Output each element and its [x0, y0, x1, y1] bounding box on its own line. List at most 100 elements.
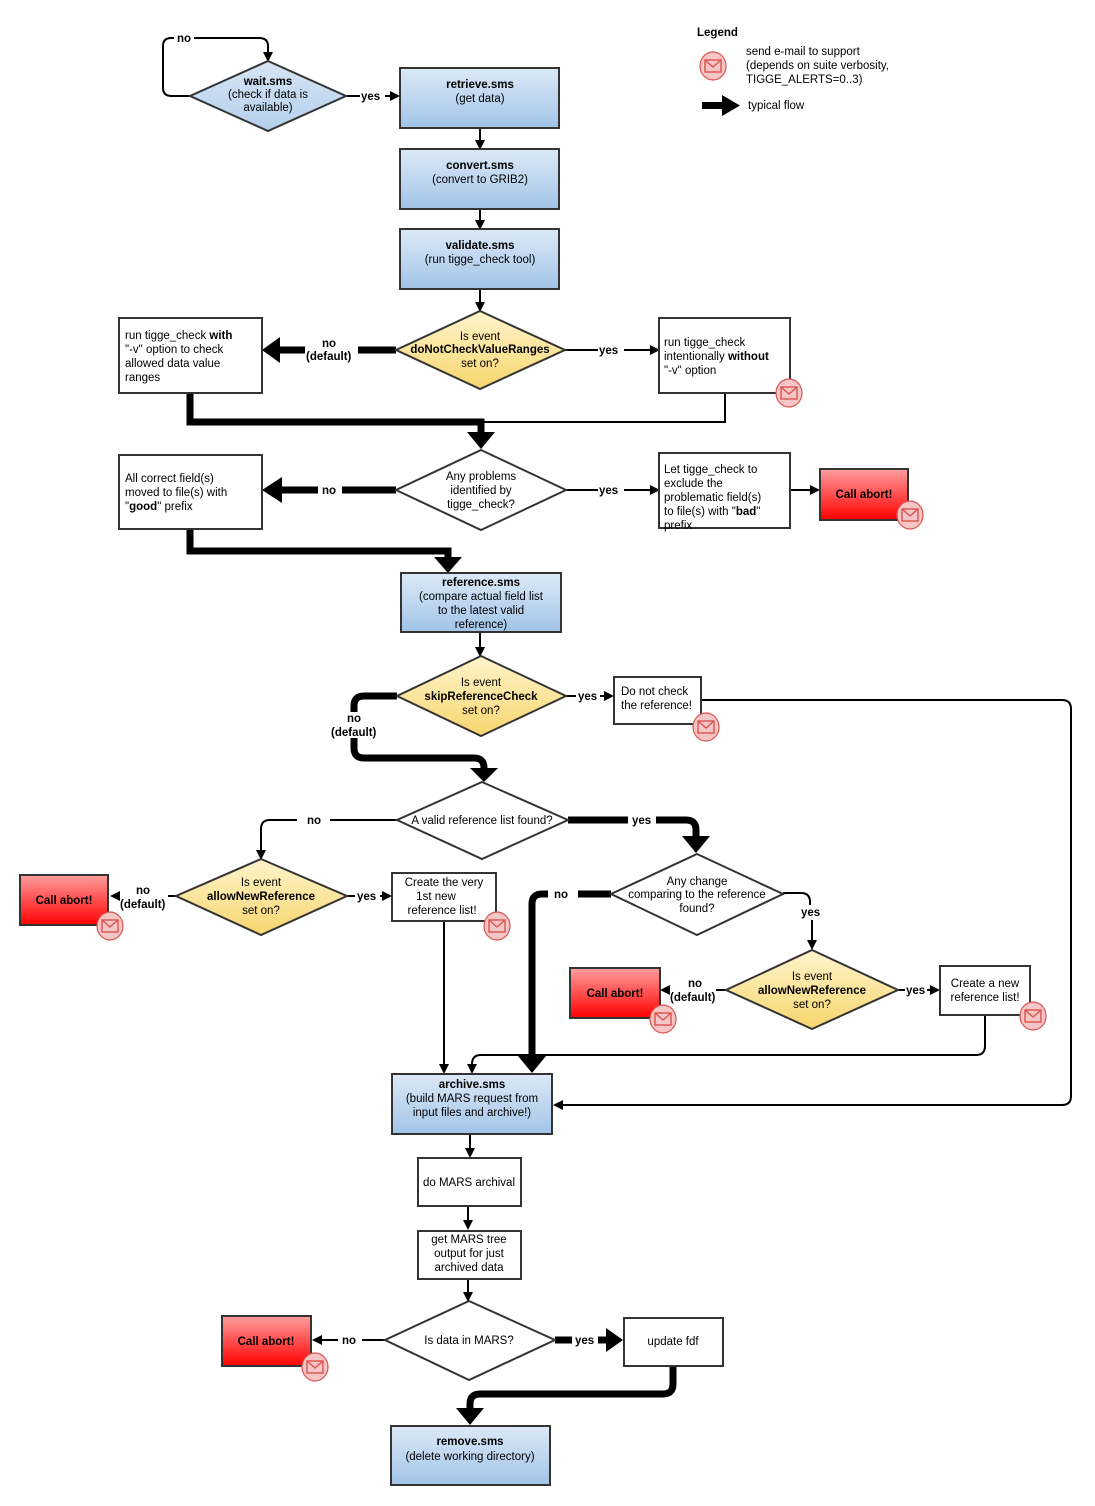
node-text: Is event	[792, 971, 833, 983]
label-yes: yes	[632, 815, 651, 827]
legend: Legend send e-mail to support (depends o…	[697, 27, 889, 116]
node-title: wait.sms	[243, 76, 293, 88]
node-text: archived data	[434, 1262, 504, 1274]
mail-icon	[699, 51, 727, 81]
node-text: (get data)	[455, 93, 504, 105]
label-default: (default)	[120, 899, 166, 911]
task-get-mars-tree[interactable]: get MARS tree output for just archived d…	[417, 1230, 522, 1280]
decision-allow-new-reference-update[interactable]: Is event allowNewReference set on?	[723, 948, 901, 1031]
node-text: prefix	[664, 520, 692, 532]
node-title: retrieve.sms	[446, 79, 514, 91]
label-yes: yes	[599, 345, 618, 357]
label-no: no	[322, 485, 336, 497]
label-default: (default)	[306, 351, 352, 363]
abort-not-in-mars[interactable]: Call abort!	[221, 1315, 329, 1382]
decision-do-not-check-value-ranges[interactable]: Is event doNotCheckValueRanges set on?	[393, 309, 568, 391]
abort-label: Call abort!	[36, 895, 93, 907]
legend-title: Legend	[697, 27, 738, 39]
node-text: do MARS archival	[423, 1177, 515, 1189]
node-text: Create the very	[405, 877, 484, 889]
legend-email-line-1: send e-mail to support	[746, 46, 861, 58]
decision-any-problems[interactable]: Any problems identified by tigge_check?	[393, 448, 569, 532]
node-text: A valid reference list found?	[411, 815, 552, 827]
node-text: to file(s) with "bad"	[664, 506, 760, 518]
mail-icon	[649, 1004, 677, 1034]
decision-any-change[interactable]: Any change comparing to the reference fo…	[608, 852, 786, 937]
node-text: 1st new	[416, 891, 456, 903]
task-validate-sms[interactable]: validate.sms (run tigge_check tool)	[399, 228, 560, 290]
node-text: Is event	[241, 877, 282, 889]
node-title: validate.sms	[445, 240, 514, 252]
node-title: doNotCheckValueRanges	[410, 344, 549, 356]
label-yes: yes	[578, 691, 597, 703]
task-run-with-v[interactable]: run tigge_check with "-v" option to chec…	[118, 317, 263, 394]
mail-icon	[896, 500, 924, 530]
task-run-without-v[interactable]: run tigge_check intentionally without "-…	[658, 317, 803, 408]
node-text: "-v" option	[664, 365, 716, 377]
node-text: Is event	[460, 331, 501, 343]
mail-icon	[692, 712, 720, 742]
abort-label: Call abort!	[836, 489, 893, 501]
label-default: (default)	[331, 727, 377, 739]
node-text: (check if data is	[228, 89, 308, 101]
flowchart: Legend send e-mail to support (depends o…	[19, 27, 1072, 1486]
node-text: to the latest valid	[438, 605, 524, 617]
task-do-mars-archival[interactable]: do MARS archival	[417, 1157, 522, 1207]
node-text: tigge_check?	[447, 499, 515, 511]
label-no: no	[554, 889, 568, 901]
label-no: no	[342, 1335, 356, 1347]
node-text: reference list!	[950, 992, 1019, 1004]
node-text: Create a new	[951, 978, 1020, 990]
abort-no-new-reference-update[interactable]: Call abort!	[569, 967, 677, 1034]
task-update-fdf[interactable]: update fdf	[623, 1317, 724, 1367]
node-text: Is data in MARS?	[424, 1335, 513, 1347]
task-remove-sms[interactable]: remove.sms (delete working directory)	[390, 1425, 551, 1486]
task-retrieve-sms[interactable]: retrieve.sms (get data)	[399, 67, 560, 129]
label-no: no	[177, 33, 191, 45]
task-good-prefix[interactable]: All correct field(s) moved to file(s) wi…	[118, 454, 263, 530]
abort-no-new-reference-first[interactable]: Call abort!	[19, 874, 124, 941]
node-text: available)	[243, 102, 292, 114]
legend-email-line-2: (depends on suite verbosity,	[746, 60, 889, 72]
node-text: run tigge_check with	[125, 330, 232, 342]
label-no: no	[347, 713, 361, 725]
node-text: allowed data value	[125, 358, 220, 370]
mail-icon	[301, 1352, 329, 1382]
decision-allow-new-reference-first[interactable]: Is event allowNewReference set on?	[173, 857, 350, 937]
mail-icon	[483, 911, 511, 941]
decision-valid-reference-list[interactable]: A valid reference list found?	[394, 780, 571, 861]
decision-wait-sms[interactable]: wait.sms (check if data is available)	[187, 59, 349, 133]
node-text: run tigge_check	[664, 337, 745, 349]
task-convert-sms[interactable]: convert.sms (convert to GRIB2)	[399, 148, 560, 210]
task-bad-prefix[interactable]: Let tigge_check to exclude the problemat…	[658, 452, 791, 532]
node-text: get MARS tree	[431, 1234, 506, 1246]
task-do-not-check-reference[interactable]: Do not check the reference!	[613, 676, 720, 742]
node-title: remove.sms	[436, 1436, 503, 1448]
task-reference-sms[interactable]: reference.sms (compare actual field list…	[400, 572, 562, 633]
task-archive-sms[interactable]: archive.sms (build MARS request from inp…	[391, 1073, 553, 1135]
node-text: ranges	[125, 372, 160, 384]
node-text: (compare actual field list	[419, 591, 544, 603]
node-text: comparing to the reference	[628, 889, 765, 901]
node-title: skipReferenceCheck	[424, 691, 538, 703]
thin-connectors	[110, 37, 1072, 1345]
abort-label: Call abort!	[587, 988, 644, 1000]
node-text: Any change	[667, 876, 728, 888]
node-title: reference.sms	[442, 577, 520, 589]
node-text: All correct field(s)	[125, 473, 214, 485]
abort-after-bad-prefix[interactable]: Call abort!	[819, 468, 924, 530]
node-text: exclude the	[664, 478, 723, 490]
node-text: (delete working directory)	[405, 1451, 534, 1463]
label-yes: yes	[599, 485, 618, 497]
mail-icon	[96, 911, 124, 941]
legend-email-line-3: TIGGE_ALERTS=0..3)	[746, 74, 863, 86]
node-text: "-v" option to check	[125, 344, 224, 356]
node-text: (convert to GRIB2)	[432, 174, 528, 186]
node-text: update fdf	[647, 1336, 699, 1348]
decision-skip-reference-check[interactable]: Is event skipReferenceCheck set on?	[394, 654, 569, 738]
decision-is-data-in-mars[interactable]: Is data in MARS?	[382, 1299, 558, 1382]
node-text: set on?	[793, 999, 831, 1011]
task-create-new-reference[interactable]: Create a new reference list!	[939, 965, 1047, 1031]
node-text: "good" prefix	[125, 501, 193, 513]
task-create-first-reference[interactable]: Create the very 1st new reference list!	[391, 872, 511, 941]
